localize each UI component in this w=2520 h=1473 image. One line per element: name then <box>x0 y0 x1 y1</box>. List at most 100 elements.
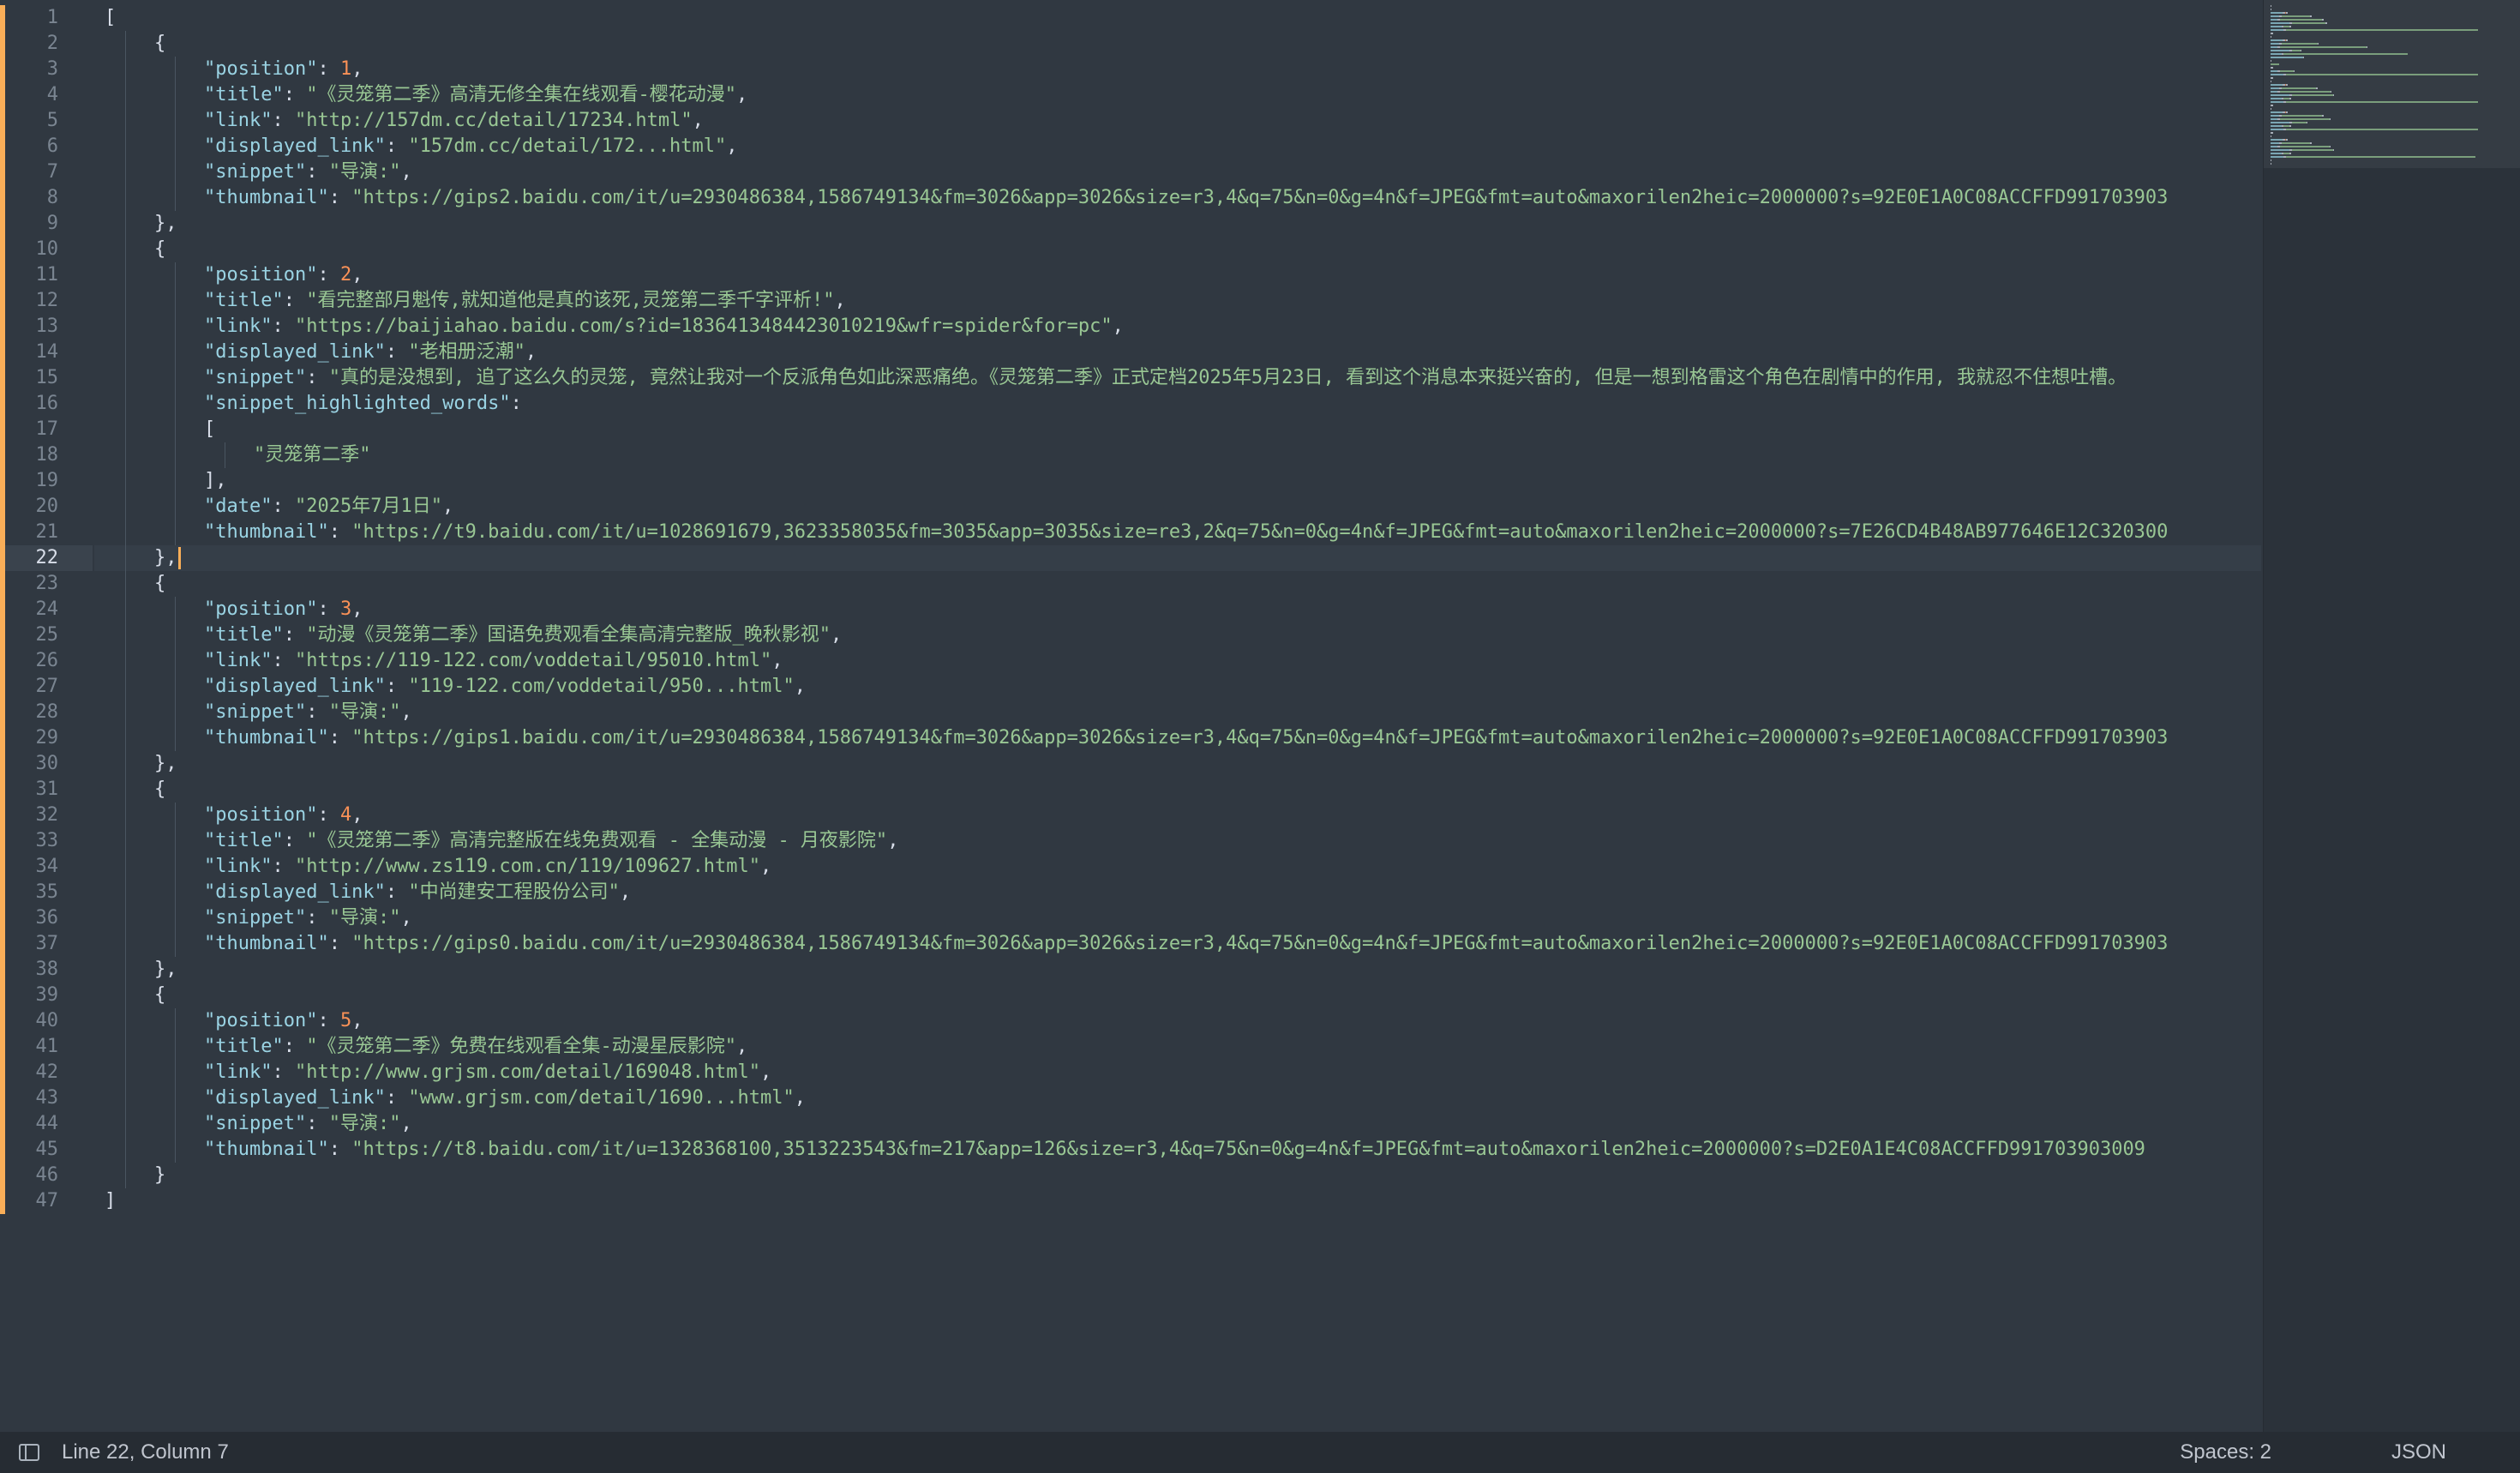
line-number[interactable]: 21 <box>0 520 93 545</box>
editor-area[interactable]: 1 2 3 4 5 6 7 8 9 10 11 12 13 14 15 16 17 18 19 20 21 22 23 24 2… <box>0 0 2263 1432</box>
code-line[interactable]: } <box>94 1163 2261 1188</box>
code-line[interactable]: { <box>94 31 2261 57</box>
line-number-gutter[interactable]: 1 2 3 4 5 6 7 8 9 10 11 12 13 14 15 16 17 18 19 20 21 22 23 24 2… <box>0 5 93 1214</box>
line-number[interactable]: 13 <box>0 314 93 340</box>
code-line[interactable]: "displayed_link": "www.grjsm.com/detail/… <box>94 1085 2261 1111</box>
code-line[interactable]: "title": "动漫《灵笼第二季》国语免费观看全集高清完整版_晚秋影视", <box>94 622 2261 648</box>
code-line[interactable]: "displayed_link": "中尚建安工程股份公司", <box>94 880 2261 905</box>
code-line[interactable]: }, <box>94 751 2261 777</box>
line-number[interactable]: 14 <box>0 340 93 365</box>
line-number[interactable]: 43 <box>0 1085 93 1111</box>
line-number[interactable]: 31 <box>0 777 93 803</box>
line-number[interactable]: 5 <box>0 108 93 134</box>
line-number[interactable]: 38 <box>0 957 93 983</box>
line-number[interactable]: 35 <box>0 880 93 905</box>
code-line[interactable]: "title": "看完整部月魁传,就知道他是真的该死,灵笼第二季千字评析!", <box>94 288 2261 314</box>
code-line[interactable]: { <box>94 777 2261 803</box>
line-number[interactable]: 42 <box>0 1060 93 1085</box>
line-number[interactable]: 8 <box>0 185 93 211</box>
code-line[interactable]: "snippet": "真的是没想到, 追了这么久的灵笼, 竟然让我对一个反派角… <box>94 365 2261 391</box>
code-line[interactable]: "link": "http://www.grjsm.com/detail/169… <box>94 1060 2261 1085</box>
code-line[interactable]: { <box>94 983 2261 1008</box>
code-line[interactable]: "date": "2025年7月1日", <box>94 494 2261 520</box>
line-number[interactable]: 33 <box>0 828 93 854</box>
line-number[interactable]: 41 <box>0 1034 93 1060</box>
line-number[interactable]: 4 <box>0 82 93 108</box>
code-line[interactable]: }, <box>94 957 2261 983</box>
line-number[interactable]: 28 <box>0 700 93 725</box>
code-line[interactable]: [ <box>94 417 2261 442</box>
line-number[interactable]: 27 <box>0 674 93 700</box>
line-number[interactable]: 46 <box>0 1163 93 1188</box>
line-number[interactable]: 15 <box>0 365 93 391</box>
line-number[interactable]: 9 <box>0 211 93 237</box>
line-number[interactable]: 7 <box>0 159 93 185</box>
line-number[interactable]: 17 <box>0 417 93 442</box>
line-number[interactable]: 23 <box>0 571 93 597</box>
line-number[interactable]: 30 <box>0 751 93 777</box>
code-line[interactable]: "thumbnail": "https://t8.baidu.com/it/u=… <box>94 1137 2261 1163</box>
code-line[interactable]: "thumbnail": "https://gips1.baidu.com/it… <box>94 725 2261 751</box>
line-number[interactable]: 44 <box>0 1111 93 1137</box>
line-number[interactable]: 40 <box>0 1008 93 1034</box>
line-number[interactable]: 24 <box>0 597 93 622</box>
code-line[interactable]: [ <box>94 5 2261 31</box>
code-line[interactable]: { <box>94 571 2261 597</box>
indentation-setting[interactable]: Spaces: 2 <box>2180 1440 2271 1464</box>
code-line[interactable]: ], <box>94 468 2261 494</box>
code-line[interactable]: "link": "http://157dm.cc/detail/17234.ht… <box>94 108 2261 134</box>
line-number[interactable]: 47 <box>0 1188 93 1214</box>
code-line[interactable]: "position": 3, <box>94 597 2261 622</box>
code-line[interactable]: "thumbnail": "https://t9.baidu.com/it/u=… <box>94 520 2261 545</box>
line-number[interactable]: 37 <box>0 931 93 957</box>
code-line[interactable]: "snippet": "导演:", <box>94 905 2261 931</box>
code-line[interactable]: { <box>94 237 2261 262</box>
code-line[interactable]: "link": "https://baijiahao.baidu.com/s?i… <box>94 314 2261 340</box>
line-number[interactable]: 11 <box>0 262 93 288</box>
line-number[interactable]: 34 <box>0 854 93 880</box>
code-line[interactable]: "displayed_link": "老相册泛潮", <box>94 340 2261 365</box>
syntax-selector[interactable]: JSON <box>2391 1440 2446 1464</box>
code-line[interactable]: "position": 5, <box>94 1008 2261 1034</box>
line-number[interactable]: 36 <box>0 905 93 931</box>
code-line[interactable]: ] <box>94 1188 2261 1214</box>
line-number[interactable]: 16 <box>0 391 93 417</box>
code-line[interactable]: "thumbnail": "https://gips2.baidu.com/it… <box>94 185 2261 211</box>
line-number[interactable]: 45 <box>0 1137 93 1163</box>
line-number[interactable]: 39 <box>0 983 93 1008</box>
line-number[interactable]: 6 <box>0 134 93 159</box>
code-line[interactable]: "snippet": "导演:", <box>94 1111 2261 1137</box>
cursor-position[interactable]: Line 22, Column 7 <box>62 1440 229 1464</box>
line-number[interactable]: 29 <box>0 725 93 751</box>
code-line[interactable]: "snippet_highlighted_words": <box>94 391 2261 417</box>
code-line[interactable]: "灵笼第二季" <box>94 442 2261 468</box>
line-number[interactable]: 1 <box>0 5 93 31</box>
code-line[interactable]: "link": "http://www.zs119.com.cn/119/109… <box>94 854 2261 880</box>
code-line[interactable]: "position": 2, <box>94 262 2261 288</box>
code-line[interactable]: "position": 1, <box>94 57 2261 82</box>
code-line[interactable]: "position": 4, <box>94 803 2261 828</box>
code-line[interactable]: "snippet": "导演:", <box>94 159 2261 185</box>
code-line[interactable]: "title": "《灵笼第二季》免费在线观看全集-动漫星辰影院", <box>94 1034 2261 1060</box>
code-line[interactable]: "title": "《灵笼第二季》高清无修全集在线观看-樱花动漫", <box>94 82 2261 108</box>
line-number[interactable]: 19 <box>0 468 93 494</box>
sidebar-toggle-icon[interactable] <box>19 1444 39 1461</box>
code-line[interactable]: "snippet": "导演:", <box>94 700 2261 725</box>
code-line[interactable]: }, <box>94 545 2261 571</box>
line-number[interactable]: 12 <box>0 288 93 314</box>
line-number[interactable]: 26 <box>0 648 93 674</box>
line-number[interactable]: 3 <box>0 57 93 82</box>
minimap[interactable] <box>2263 0 2520 1432</box>
line-number[interactable]: 10 <box>0 237 93 262</box>
line-number[interactable]: 22 <box>0 545 93 571</box>
code-line[interactable]: "displayed_link": "119-122.com/voddetail… <box>94 674 2261 700</box>
code-line[interactable]: "displayed_link": "157dm.cc/detail/172..… <box>94 134 2261 159</box>
code-line[interactable]: "link": "https://119-122.com/voddetail/9… <box>94 648 2261 674</box>
code-line[interactable]: }, <box>94 211 2261 237</box>
line-number[interactable]: 32 <box>0 803 93 828</box>
line-number[interactable]: 20 <box>0 494 93 520</box>
line-number[interactable]: 2 <box>0 31 93 57</box>
line-number[interactable]: 18 <box>0 442 93 468</box>
code-line[interactable]: "thumbnail": "https://gips0.baidu.com/it… <box>94 931 2261 957</box>
code-view[interactable]: [{"position": 1, "title": "《灵笼第二季》高清无修全集在… <box>94 5 2261 1214</box>
